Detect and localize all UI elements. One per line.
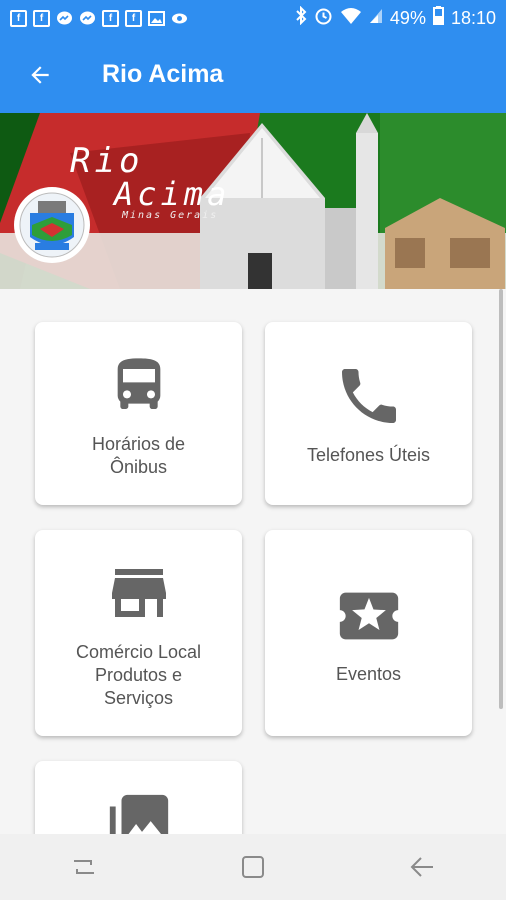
back-button[interactable]: [0, 36, 80, 113]
recent-apps-button[interactable]: [54, 837, 114, 897]
card-label: Eventos: [335, 663, 402, 684]
system-back-button[interactable]: [392, 837, 452, 897]
banner-subtitle: Minas Gerais: [122, 210, 219, 221]
facebook-icon: f: [10, 9, 27, 27]
page-title: Rio Acima: [102, 60, 224, 88]
recent-apps-icon: [74, 860, 95, 874]
clock: 18:10: [450, 7, 496, 28]
photo-library-icon: [109, 794, 168, 834]
system-nav-bar: [0, 834, 506, 900]
signal-icon: [369, 7, 383, 29]
card-bus-schedule[interactable]: Horários de Ônibus: [35, 322, 242, 505]
ticket-star-icon: [339, 592, 398, 639]
messenger-icon: [56, 10, 73, 27]
home-icon: [241, 856, 264, 878]
banner-title-line2: Acima: [114, 175, 231, 213]
eye-icon: [171, 10, 188, 27]
messenger-icon: [79, 10, 96, 27]
store-icon: [111, 568, 166, 617]
card-local-commerce[interactable]: Comércio Local Produtos e Serviços: [35, 530, 242, 736]
facebook-icon: f: [102, 9, 119, 27]
status-bar: f f f f 49% 18:10: [0, 0, 506, 36]
facebook-icon: f: [125, 9, 142, 27]
arrow-left-icon: [31, 65, 49, 84]
alarm-icon: [314, 6, 333, 30]
scrollbar[interactable]: [499, 289, 503, 709]
card-events[interactable]: Eventos: [265, 530, 472, 736]
wifi-icon: [340, 7, 362, 30]
back-arrow-icon: [410, 857, 433, 877]
battery-icon: [432, 6, 444, 30]
card-label: Telefones Úteis: [306, 445, 431, 465]
bus-icon: [117, 357, 160, 409]
notification-icons: f f f f: [0, 9, 188, 27]
facebook-icon: f: [33, 9, 50, 27]
menu-grid: Horários de Ônibus Telefones Úteis Comér…: [0, 289, 506, 834]
image-icon: [148, 10, 165, 27]
header-banner: Rio Acima Minas Gerais: [0, 113, 506, 289]
card-gallery[interactable]: [35, 761, 242, 834]
app-bar: Rio Acima: [0, 36, 506, 113]
card-label: Comércio Local Produtos e Serviços: [75, 641, 202, 708]
bluetooth-icon: [295, 5, 307, 30]
battery-percent: 49%: [389, 7, 426, 28]
home-button[interactable]: [223, 837, 283, 897]
phone-icon: [341, 369, 396, 423]
banner-image: [0, 113, 506, 289]
card-label: Horários de Ônibus: [91, 433, 186, 477]
card-useful-phones[interactable]: Telefones Úteis: [265, 322, 472, 505]
